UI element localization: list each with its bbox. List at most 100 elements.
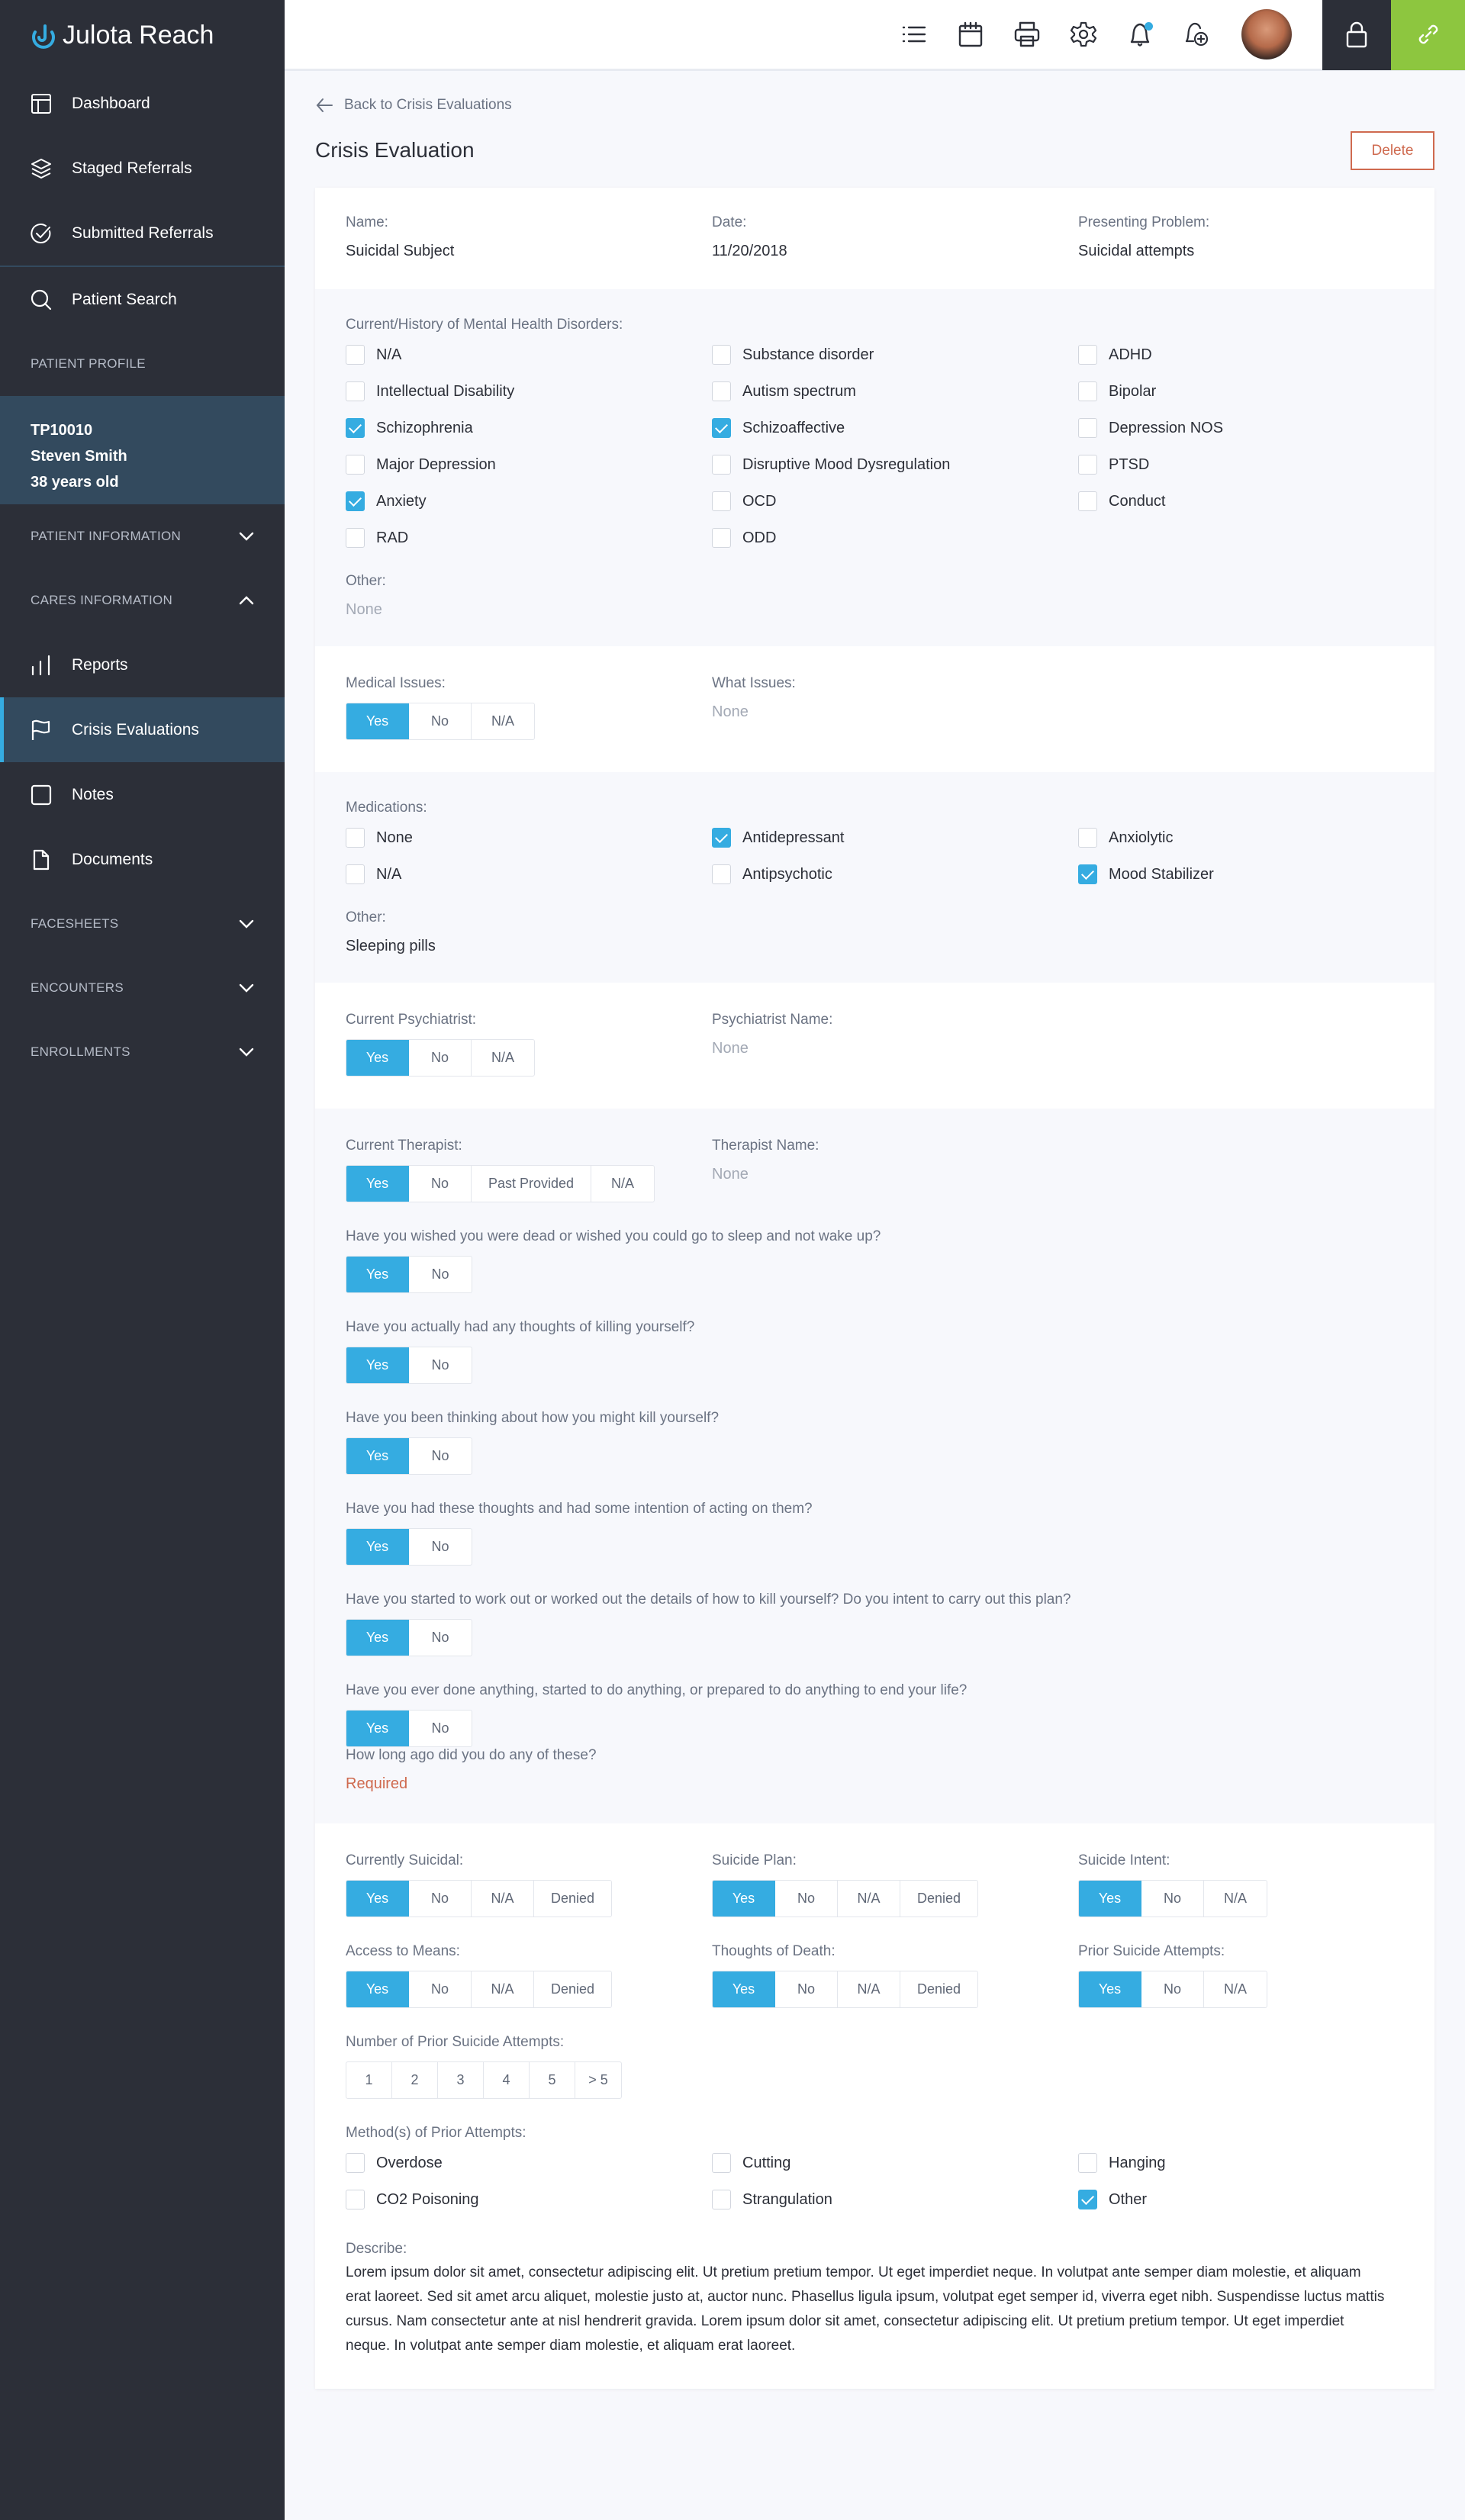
checkbox-checked-icon[interactable] [346, 418, 365, 438]
checkbox-overdose[interactable]: Overdose [346, 2145, 712, 2181]
user-avatar[interactable] [1241, 9, 1292, 60]
nav-dashboard[interactable]: Dashboard [0, 71, 285, 136]
option-more-than-5[interactable]: > 5 [575, 2062, 621, 2098]
option-yes[interactable]: Yes [346, 1529, 409, 1565]
option-no[interactable]: No [409, 1040, 472, 1076]
checkbox-anxiety[interactable]: Anxiety [346, 483, 712, 520]
checkbox-unchecked-icon[interactable] [346, 455, 365, 475]
option-5[interactable]: 5 [530, 2062, 575, 2098]
checkbox-n-a[interactable]: N/A [346, 336, 712, 373]
option-no[interactable]: No [409, 1881, 472, 1917]
checkbox-intellectual-disability[interactable]: Intellectual Disability [346, 373, 712, 410]
option-no[interactable]: No [1141, 1971, 1204, 2007]
option-yes[interactable]: Yes [346, 1438, 409, 1474]
option-yes[interactable]: Yes [1079, 1881, 1141, 1917]
checkbox-unchecked-icon[interactable] [1078, 828, 1097, 848]
checkbox-unchecked-icon[interactable] [1078, 491, 1097, 511]
checkbox-hanging[interactable]: Hanging [1078, 2145, 1404, 2181]
checkbox-schizoaffective[interactable]: Schizoaffective [712, 410, 1078, 446]
option-yes[interactable]: Yes [346, 1971, 409, 2007]
checkbox-depression-nos[interactable]: Depression NOS [1078, 410, 1404, 446]
checkbox-unchecked-icon[interactable] [346, 2190, 365, 2209]
cares-information-toggle[interactable]: CARES INFORMATION [0, 568, 285, 632]
nav-patient-search[interactable]: Patient Search [0, 267, 285, 332]
checkbox-unchecked-icon[interactable] [346, 345, 365, 365]
nav-staged-referrals[interactable]: Staged Referrals [0, 136, 285, 201]
checkbox-cutting[interactable]: Cutting [712, 2145, 1078, 2181]
link-button[interactable] [1391, 0, 1465, 70]
print-button[interactable] [999, 0, 1055, 69]
option-no[interactable]: No [409, 1257, 472, 1292]
calendar-button[interactable] [942, 0, 999, 69]
checkbox-other[interactable]: Other [1078, 2181, 1404, 2218]
checkbox-unchecked-icon[interactable] [1078, 345, 1097, 365]
checkbox-strangulation[interactable]: Strangulation [712, 2181, 1078, 2218]
option-4[interactable]: 4 [484, 2062, 530, 2098]
checkbox-unchecked-icon[interactable] [712, 381, 731, 401]
checkbox-checked-icon[interactable] [712, 828, 731, 848]
checkbox-antipsychotic[interactable]: Antipsychotic [712, 856, 1078, 893]
option-no[interactable]: No [409, 703, 472, 739]
checkbox-unchecked-icon[interactable] [712, 2190, 731, 2209]
checkbox-checked-icon[interactable] [346, 491, 365, 511]
checkbox-unchecked-icon[interactable] [1078, 2153, 1097, 2173]
option-no[interactable]: No [409, 1711, 472, 1746]
option-no[interactable]: No [409, 1166, 472, 1202]
option-n-a[interactable]: N/A [472, 1040, 534, 1076]
checkbox-unchecked-icon[interactable] [712, 455, 731, 475]
checkbox-rad[interactable]: RAD [346, 520, 712, 556]
checkbox-ocd[interactable]: OCD [712, 483, 1078, 520]
option-denied[interactable]: Denied [900, 1971, 977, 2007]
facesheets-toggle[interactable]: FACESHEETS [0, 892, 285, 956]
notifications-button[interactable] [1112, 0, 1168, 69]
checkbox-checked-icon[interactable] [1078, 864, 1097, 884]
checkbox-conduct[interactable]: Conduct [1078, 483, 1404, 520]
patient-information-toggle[interactable]: PATIENT INFORMATION [0, 504, 285, 568]
option-yes[interactable]: Yes [346, 1347, 409, 1383]
delete-button[interactable]: Delete [1351, 131, 1434, 170]
back-link[interactable]: Back to Crisis Evaluations [315, 96, 512, 114]
checkbox-odd[interactable]: ODD [712, 520, 1078, 556]
option-n-a[interactable]: N/A [1204, 1971, 1267, 2007]
checkbox-unchecked-icon[interactable] [712, 345, 731, 365]
checkbox-unchecked-icon[interactable] [712, 528, 731, 548]
option-yes[interactable]: Yes [1079, 1971, 1141, 2007]
option-n-a[interactable]: N/A [472, 1881, 534, 1917]
option-yes[interactable]: Yes [713, 1971, 775, 2007]
option-yes[interactable]: Yes [346, 1620, 409, 1656]
option-n-a[interactable]: N/A [838, 1881, 900, 1917]
checkbox-checked-icon[interactable] [1078, 2190, 1097, 2209]
checkbox-schizophrenia[interactable]: Schizophrenia [346, 410, 712, 446]
add-alert-button[interactable] [1168, 0, 1225, 69]
option-yes[interactable]: Yes [346, 1257, 409, 1292]
checkbox-n-a[interactable]: N/A [346, 856, 712, 893]
checkbox-antidepressant[interactable]: Antidepressant [712, 819, 1078, 856]
option-no[interactable]: No [409, 1529, 472, 1565]
checkbox-checked-icon[interactable] [712, 418, 731, 438]
list-button[interactable] [886, 0, 942, 69]
option-denied[interactable]: Denied [534, 1881, 611, 1917]
checkbox-unchecked-icon[interactable] [346, 864, 365, 884]
option-yes[interactable]: Yes [346, 1166, 409, 1202]
option-n-a[interactable]: N/A [838, 1971, 900, 2007]
nav-documents[interactable]: Documents [0, 827, 285, 892]
checkbox-mood-stabilizer[interactable]: Mood Stabilizer [1078, 856, 1404, 893]
option-no[interactable]: No [409, 1620, 472, 1656]
option-no[interactable]: No [1141, 1881, 1204, 1917]
option-2[interactable]: 2 [392, 2062, 438, 2098]
option-3[interactable]: 3 [438, 2062, 484, 2098]
checkbox-bipolar[interactable]: Bipolar [1078, 373, 1404, 410]
option-no[interactable]: No [775, 1971, 838, 2007]
nav-submitted-referrals[interactable]: Submitted Referrals [0, 201, 285, 266]
option-n-a[interactable]: N/A [1204, 1881, 1267, 1917]
checkbox-unchecked-icon[interactable] [1078, 418, 1097, 438]
checkbox-unchecked-icon[interactable] [346, 2153, 365, 2173]
option-yes[interactable]: Yes [346, 703, 409, 739]
nav-notes[interactable]: Notes [0, 762, 285, 827]
app-logo[interactable]: Julota Reach [0, 0, 285, 71]
checkbox-ptsd[interactable]: PTSD [1078, 446, 1404, 483]
checkbox-anxiolytic[interactable]: Anxiolytic [1078, 819, 1404, 856]
checkbox-unchecked-icon[interactable] [712, 491, 731, 511]
encounters-toggle[interactable]: ENCOUNTERS [0, 956, 285, 1020]
patient-profile-card[interactable]: TP10010 Steven Smith 38 years old [0, 396, 285, 504]
